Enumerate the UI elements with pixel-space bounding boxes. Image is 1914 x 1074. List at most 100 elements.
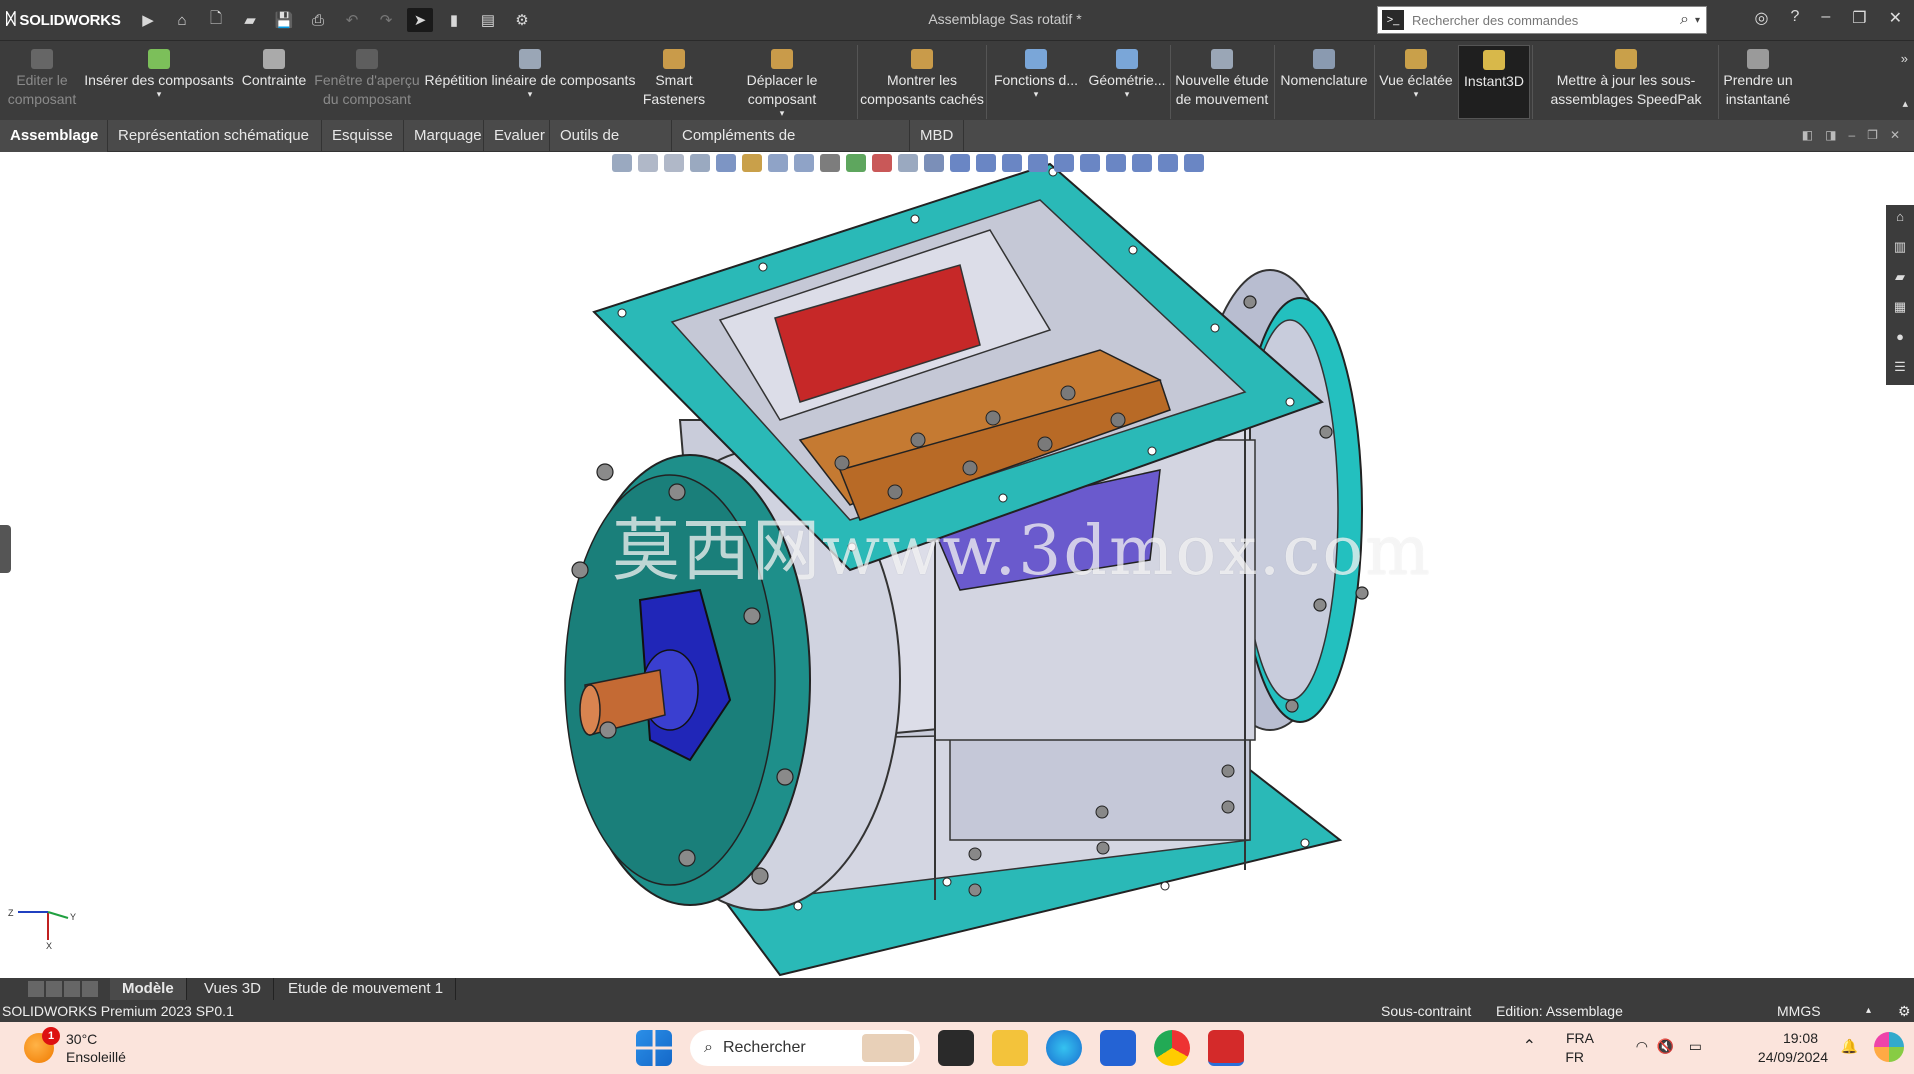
display-style-icon[interactable]	[768, 154, 788, 172]
open-icon[interactable]: ▰	[237, 8, 263, 32]
dynamic-annotation-icon[interactable]	[716, 154, 736, 172]
solidworks-logo[interactable]: ᛞ SOLIDWORKS	[6, 9, 121, 31]
clock-time[interactable]: 19:08	[1783, 1030, 1818, 1046]
status-tools-icon[interactable]: ⚙	[1898, 1000, 1911, 1022]
take-snapshot-button[interactable]: Prendre un instantané	[1720, 45, 1796, 119]
microsoft-store-icon[interactable]	[1100, 1030, 1136, 1066]
minimize-icon[interactable]: –	[1821, 8, 1830, 28]
search-input[interactable]: Rechercher des commandes	[1412, 13, 1680, 28]
instant3d-button[interactable]: Instant3D	[1458, 45, 1530, 119]
orientation-cube-icon[interactable]	[924, 154, 944, 172]
close-icon[interactable]: ✕	[1889, 8, 1902, 28]
dropdown-arrow-icon[interactable]: ▾	[84, 90, 234, 99]
dropdown-arrow-icon[interactable]: ▾	[712, 109, 852, 118]
print-icon[interactable]: ⎙	[305, 8, 331, 32]
show-hidden-components-button[interactable]: Montrer les composants cachés	[860, 45, 984, 119]
edit-appearance-icon[interactable]	[820, 154, 840, 172]
insert-components-button[interactable]: Insérer des composants ▾	[84, 45, 234, 119]
doc-restore-icon[interactable]: ❐	[1867, 128, 1878, 142]
ribbon-expand-icon[interactable]: »	[1901, 51, 1908, 66]
tab-schematic[interactable]: Représentation schématique	[108, 120, 322, 152]
design-library-icon[interactable]: ▥	[1890, 239, 1910, 261]
zoom-to-area-icon[interactable]	[638, 154, 658, 172]
prev-tab-icon[interactable]	[46, 981, 62, 997]
section-view-icon[interactable]	[690, 154, 710, 172]
tab-evaluate[interactable]: Evaluer	[484, 120, 550, 152]
home-icon[interactable]: ⌂	[169, 8, 195, 32]
command-search[interactable]: >_ Rechercher des commandes ⌕ ▾	[1377, 6, 1707, 34]
tab-addins[interactable]: Compléments de SOLIDWORKS	[672, 120, 910, 175]
normal-to-icon[interactable]	[1184, 154, 1204, 172]
bom-button[interactable]: Nomenclature	[1276, 45, 1372, 119]
graphics-area[interactable]: 莫西网www.3dmox.com ⌂ ▥ ▰ ▦ ● ☰ Z Y X	[0, 152, 1914, 978]
smart-fasteners-button[interactable]: Smart Fasteners	[636, 45, 712, 119]
windows-start-icon[interactable]	[636, 1030, 672, 1066]
solidworks-taskbar-icon[interactable]	[1208, 1030, 1244, 1066]
mate-button[interactable]: Contrainte	[236, 45, 312, 119]
weather-widget[interactable]: 1 30°C Ensoleillé	[24, 1027, 126, 1066]
new-motion-study-button[interactable]: Nouvelle étude de mouvement	[1172, 45, 1272, 119]
trimetric-view-icon[interactable]	[1132, 154, 1152, 172]
display-pane-icon[interactable]	[898, 154, 918, 172]
task-view-icon[interactable]	[938, 1030, 974, 1066]
reference-geometry-button[interactable]: Géométrie... ▾	[1084, 45, 1170, 119]
dropdown-arrow-icon[interactable]: ▾	[990, 90, 1082, 99]
save-icon[interactable]: 💾	[271, 8, 297, 32]
assembly-features-button[interactable]: Fonctions d... ▾	[990, 45, 1082, 119]
user-icon[interactable]: ◎	[1754, 8, 1768, 28]
next-tab-icon[interactable]	[64, 981, 80, 997]
zoom-to-fit-icon[interactable]	[612, 154, 632, 172]
appearances-icon[interactable]: ●	[1890, 329, 1910, 351]
new-document-icon[interactable]: 🗋	[203, 8, 229, 32]
view-settings-icon[interactable]	[872, 154, 892, 172]
tab-assemblage[interactable]: Assemblage	[0, 120, 108, 152]
first-tab-icon[interactable]	[28, 981, 44, 997]
right-view-icon[interactable]	[1002, 154, 1022, 172]
redo-icon[interactable]: ↷	[373, 8, 399, 32]
iso-view-icon[interactable]	[1028, 154, 1048, 172]
front-view-icon[interactable]	[950, 154, 970, 172]
units-up-icon[interactable]: ▴	[1866, 1000, 1871, 1022]
tab-render-tools[interactable]: Outils de rendu	[550, 120, 672, 175]
previous-view-icon[interactable]	[664, 154, 684, 172]
search-icon[interactable]: ⌕	[1680, 11, 1689, 29]
linear-pattern-button[interactable]: Répétition linéaire de composants ▾	[424, 45, 636, 119]
show-hidden-icons-icon[interactable]: ⌃	[1523, 1036, 1536, 1056]
dropdown-arrow-icon[interactable]: ▾	[1084, 90, 1170, 99]
copilot-icon[interactable]	[1874, 1032, 1904, 1062]
help-icon[interactable]: ?	[1790, 8, 1799, 28]
view-orientation-icon[interactable]	[742, 154, 762, 172]
hide-show-items-icon[interactable]	[794, 154, 814, 172]
select-icon[interactable]: ➤	[407, 8, 433, 32]
view-palette-icon[interactable]: ▦	[1890, 299, 1910, 321]
bottom-view-icon[interactable]	[1080, 154, 1100, 172]
last-tab-icon[interactable]	[82, 981, 98, 997]
notification-bell-icon[interactable]: 🔔	[1841, 1038, 1858, 1055]
traffic-light-icon[interactable]: ▮	[441, 8, 467, 32]
apply-scene-icon[interactable]	[846, 154, 866, 172]
tile-right-icon[interactable]: ◨	[1825, 128, 1836, 142]
restore-icon[interactable]: ❐	[1852, 8, 1866, 28]
edge-browser-icon[interactable]	[1046, 1030, 1082, 1066]
feature-manager-toggle[interactable]	[0, 525, 11, 573]
wifi-icon[interactable]: ◠	[1636, 1038, 1648, 1055]
tile-left-icon[interactable]: ◧	[1802, 128, 1813, 142]
unit-system[interactable]: MMGS	[1777, 1000, 1821, 1022]
dropdown-arrow-icon[interactable]: ▾	[1376, 90, 1456, 99]
custom-properties-icon[interactable]: ☰	[1890, 359, 1910, 381]
edit-component-button[interactable]: Editer le composant	[2, 45, 82, 119]
back-view-icon[interactable]	[1054, 154, 1074, 172]
ribbon-collapse-icon[interactable]: ▴	[1902, 97, 1908, 110]
exploded-view-button[interactable]: Vue éclatée ▾	[1376, 45, 1456, 119]
home-icon[interactable]: ⌂	[1890, 209, 1910, 231]
volume-muted-icon[interactable]: 🔇	[1657, 1038, 1674, 1055]
expand-menu-icon[interactable]: ▶	[135, 8, 161, 32]
doc-minimize-icon[interactable]: –	[1848, 128, 1855, 142]
component-preview-button[interactable]: Fenêtre d'aperçu du composant	[313, 45, 421, 119]
undo-icon[interactable]: ↶	[339, 8, 365, 32]
chrome-icon[interactable]	[1154, 1030, 1190, 1066]
tab-mbd[interactable]: MBD	[910, 120, 964, 152]
keyboard-layout[interactable]: FR	[1565, 1049, 1584, 1065]
dropdown-arrow-icon[interactable]: ▾	[424, 90, 636, 99]
chevron-down-icon[interactable]: ▾	[1695, 15, 1700, 26]
